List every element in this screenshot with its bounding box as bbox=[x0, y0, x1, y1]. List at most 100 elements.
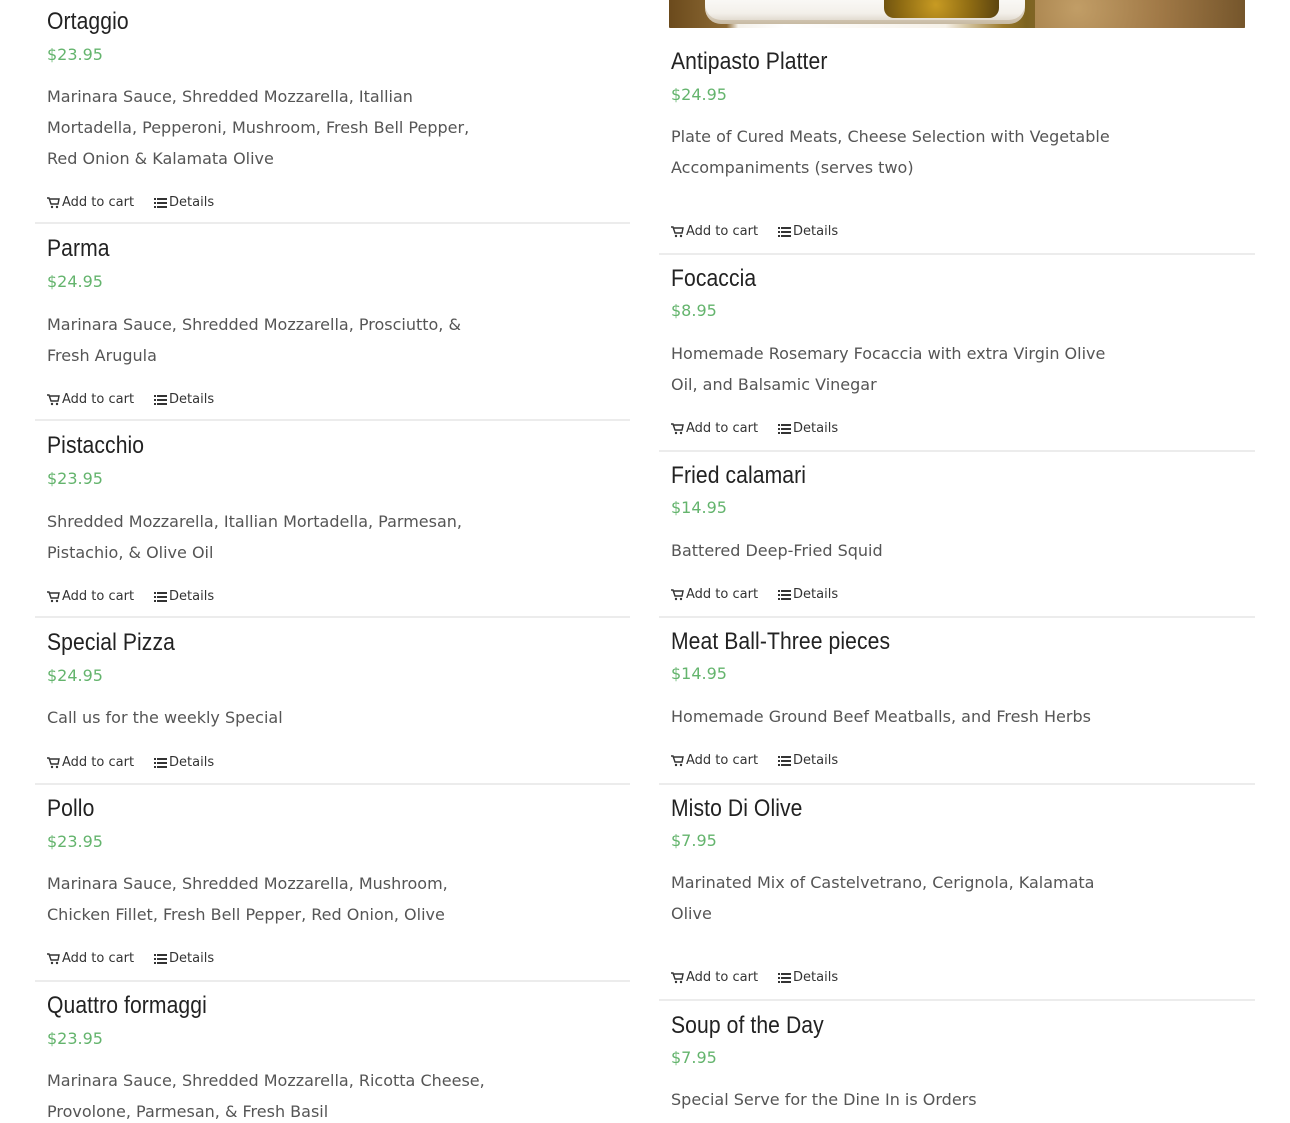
details-link[interactable]: Details bbox=[778, 753, 838, 769]
item-title: Special Pizza bbox=[47, 629, 175, 656]
item-actions: Add to cart Details bbox=[47, 392, 214, 408]
item-price: $23.95 bbox=[47, 1029, 103, 1048]
item-description: Shredded Mozzarella, Itallian Mortadella… bbox=[47, 512, 463, 562]
item-price: $23.95 bbox=[47, 469, 103, 488]
list-icon bbox=[778, 589, 792, 601]
menu-item-meat-ball: Meat Ball-Three pieces $14.95 Homemade G… bbox=[659, 619, 1255, 785]
menu-item-focaccia: Focaccia $8.95 Homemade Rosemary Focacci… bbox=[659, 256, 1255, 452]
item-actions: Add to cart Details bbox=[47, 755, 214, 771]
add-to-cart-label: Add to cart bbox=[686, 587, 759, 602]
item-title: Fried calamari bbox=[671, 462, 807, 489]
item-description: Special Serve for the Dine In is Orders bbox=[671, 1090, 977, 1109]
list-icon bbox=[778, 972, 792, 984]
add-to-cart-button[interactable]: Add to cart bbox=[47, 589, 134, 605]
menu-item-parma: Parma $24.95 Marinara Sauce, Shredded Mo… bbox=[35, 226, 630, 421]
list-icon bbox=[778, 423, 792, 435]
details-label: Details bbox=[169, 392, 215, 407]
shopping-cart-icon bbox=[671, 972, 684, 984]
add-to-cart-label: Add to cart bbox=[62, 755, 135, 770]
item-actions: Add to cart Details bbox=[671, 587, 838, 603]
item-actions: Add to cart Details bbox=[671, 224, 838, 240]
item-price: $8.95 bbox=[671, 301, 717, 320]
details-link[interactable]: Details bbox=[154, 755, 214, 771]
details-link[interactable]: Details bbox=[778, 421, 838, 437]
item-price: $7.95 bbox=[671, 831, 717, 850]
shopping-cart-icon bbox=[671, 755, 684, 767]
list-icon bbox=[154, 197, 168, 209]
item-actions: Add to cart Details bbox=[671, 753, 838, 769]
item-price: $24.95 bbox=[671, 85, 727, 104]
list-icon bbox=[154, 953, 168, 965]
details-label: Details bbox=[169, 755, 215, 770]
item-title: Parma bbox=[47, 235, 110, 262]
add-to-cart-label: Add to cart bbox=[62, 951, 135, 966]
bread-shape bbox=[1035, 0, 1245, 28]
menu-item-pollo: Pollo $23.95 Marinara Sauce, Shredded Mo… bbox=[35, 787, 630, 982]
item-actions: Add to cart Details bbox=[47, 951, 214, 967]
menu-item-ortaggio: Ortaggio $23.95 Marinara Sauce, Shredded… bbox=[35, 0, 630, 224]
details-link[interactable]: Details bbox=[778, 224, 838, 240]
item-title: Focaccia bbox=[671, 265, 757, 292]
item-price: $7.95 bbox=[671, 1048, 717, 1067]
item-title: Ortaggio bbox=[47, 8, 129, 35]
shopping-cart-icon bbox=[47, 197, 60, 209]
item-description: Marinara Sauce, Shredded Mozzarella, Ita… bbox=[47, 87, 470, 168]
item-description: Battered Deep-Fried Squid bbox=[671, 541, 883, 560]
details-label: Details bbox=[793, 587, 839, 602]
list-icon bbox=[154, 757, 168, 769]
details-label: Details bbox=[793, 970, 839, 985]
shopping-cart-icon bbox=[47, 394, 60, 406]
details-link[interactable]: Details bbox=[154, 195, 214, 211]
item-price: $24.95 bbox=[47, 666, 103, 685]
add-to-cart-button[interactable]: Add to cart bbox=[47, 195, 134, 211]
menu-item-misto-di-olive: Misto Di Olive $7.95 Marinated Mix of Ca… bbox=[659, 786, 1255, 1001]
details-label: Details bbox=[169, 195, 215, 210]
item-description: Marinara Sauce, Shredded Mozzarella, Ric… bbox=[47, 1071, 485, 1121]
list-icon bbox=[778, 755, 792, 767]
olive-oil-shape bbox=[884, 0, 999, 18]
menu-item-soup-of-the-day: Soup of the Day $7.95 Special Serve for … bbox=[659, 1003, 1255, 1123]
item-title: Antipasto Platter bbox=[671, 48, 828, 75]
add-to-cart-label: Add to cart bbox=[62, 589, 135, 604]
menu-item-pistacchio: Pistacchio $23.95 Shredded Mozzarella, I… bbox=[35, 423, 630, 618]
item-title: Pollo bbox=[47, 795, 95, 822]
item-description: Marinara Sauce, Shredded Mozzarella, Mus… bbox=[47, 874, 448, 924]
details-label: Details bbox=[793, 753, 839, 768]
add-to-cart-label: Add to cart bbox=[686, 224, 759, 239]
details-link[interactable]: Details bbox=[778, 587, 838, 603]
menu-item-quattro-formaggi: Quattro formaggi $23.95 Marinara Sauce, … bbox=[35, 984, 630, 1123]
shopping-cart-icon bbox=[671, 423, 684, 435]
details-link[interactable]: Details bbox=[154, 589, 214, 605]
item-price: $24.95 bbox=[47, 272, 103, 291]
details-link[interactable]: Details bbox=[778, 970, 838, 986]
add-to-cart-button[interactable]: Add to cart bbox=[671, 421, 758, 437]
menu-item-special-pizza: Special Pizza $24.95 Call us for the wee… bbox=[35, 620, 630, 785]
details-link[interactable]: Details bbox=[154, 951, 214, 967]
details-link[interactable]: Details bbox=[154, 392, 214, 408]
add-to-cart-button[interactable]: Add to cart bbox=[671, 224, 758, 240]
add-to-cart-label: Add to cart bbox=[686, 970, 759, 985]
item-description: Plate of Cured Meats, Cheese Selection w… bbox=[671, 127, 1110, 177]
item-price: $14.95 bbox=[671, 498, 727, 517]
list-icon bbox=[778, 226, 792, 238]
shopping-cart-icon bbox=[671, 589, 684, 601]
list-icon bbox=[154, 591, 168, 603]
item-description: Marinated Mix of Castelvetrano, Cerignol… bbox=[671, 873, 1095, 923]
add-to-cart-button[interactable]: Add to cart bbox=[671, 970, 758, 986]
item-title: Misto Di Olive bbox=[671, 795, 803, 822]
add-to-cart-button[interactable]: Add to cart bbox=[47, 755, 134, 771]
details-label: Details bbox=[169, 589, 215, 604]
add-to-cart-button[interactable]: Add to cart bbox=[47, 392, 134, 408]
add-to-cart-label: Add to cart bbox=[686, 753, 759, 768]
antipasto-platter-image bbox=[669, 0, 1245, 28]
add-to-cart-button[interactable]: Add to cart bbox=[671, 587, 758, 603]
list-icon bbox=[154, 394, 168, 406]
add-to-cart-label: Add to cart bbox=[62, 392, 135, 407]
add-to-cart-button[interactable]: Add to cart bbox=[671, 753, 758, 769]
menu-item-antipasto-platter: Antipasto Platter $24.95 Plate of Cured … bbox=[659, 28, 1255, 255]
item-price: $23.95 bbox=[47, 45, 103, 64]
item-description: Marinara Sauce, Shredded Mozzarella, Pro… bbox=[47, 315, 461, 365]
add-to-cart-button[interactable]: Add to cart bbox=[47, 951, 134, 967]
item-actions: Add to cart Details bbox=[47, 589, 214, 605]
item-title: Soup of the Day bbox=[671, 1012, 824, 1039]
